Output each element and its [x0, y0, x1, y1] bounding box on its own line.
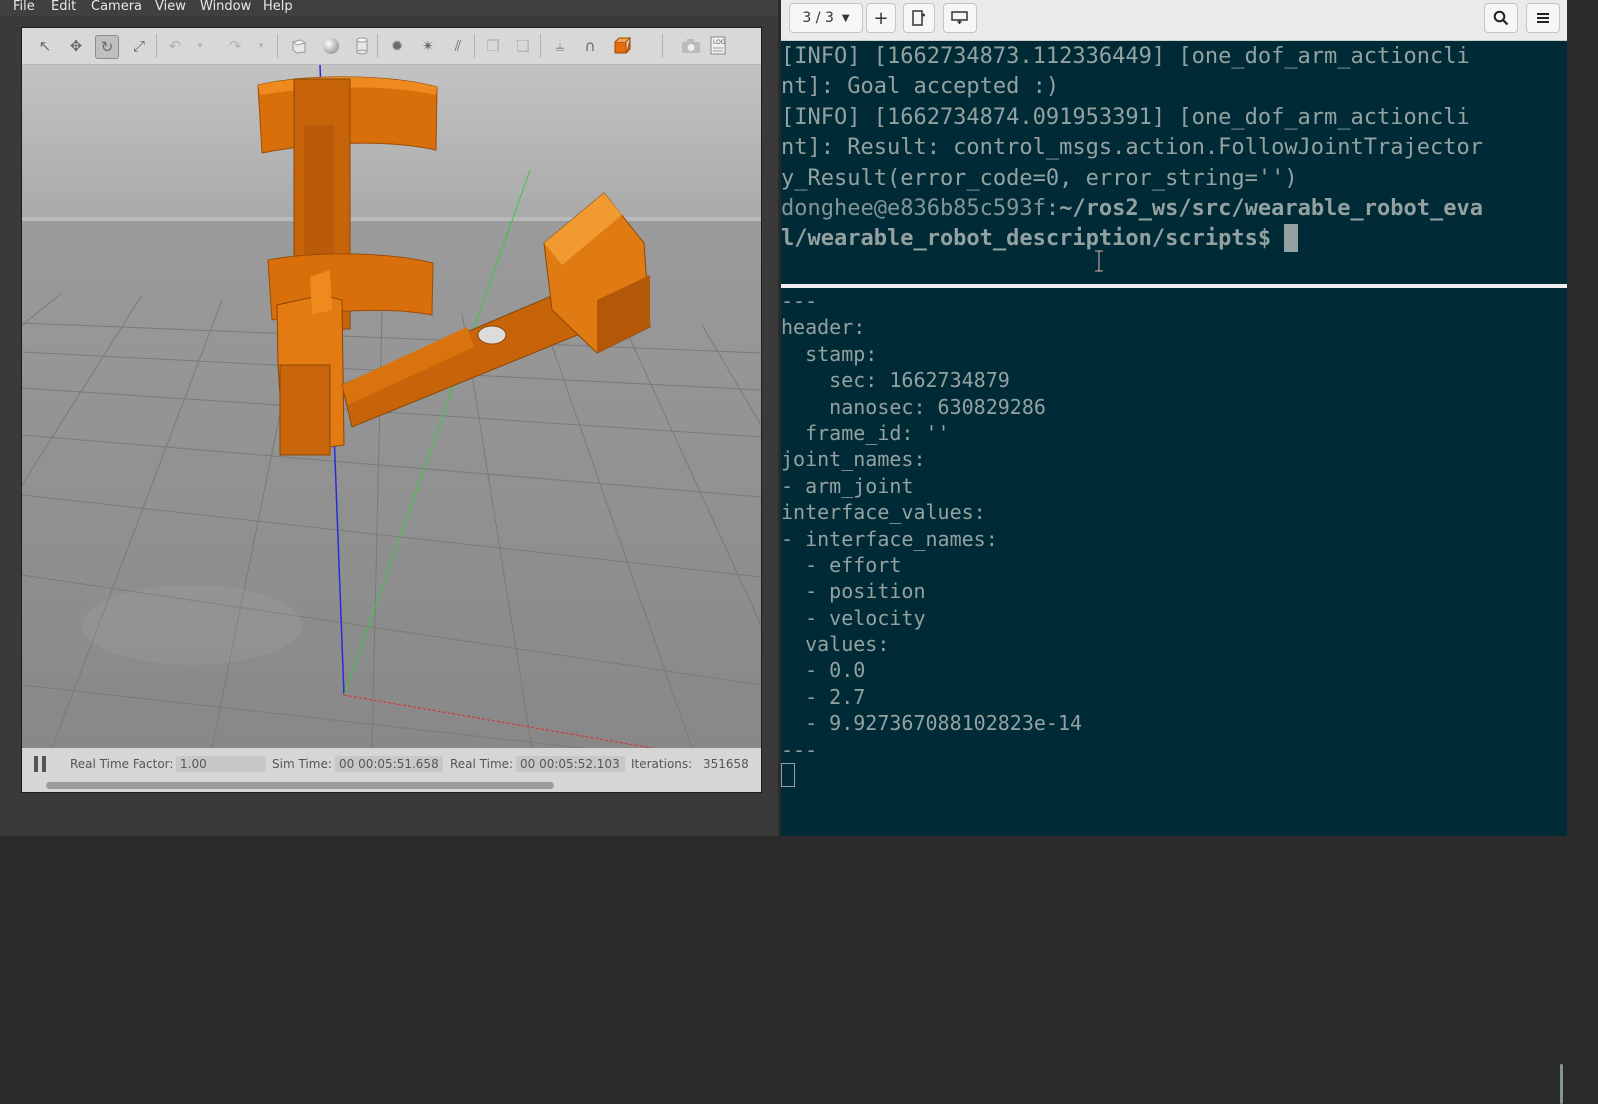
terminal-line: interface_values:	[781, 500, 986, 525]
directional-light-icon[interactable]: ⫽	[447, 35, 469, 57]
real-time-factor-value: 1.00	[176, 756, 266, 772]
terminal-line: frame_id: ''	[781, 420, 950, 445]
plus-icon: +	[873, 7, 889, 29]
terminal-line: nanosec: 630829286	[781, 394, 1046, 419]
ibeam-cursor-icon	[1095, 250, 1103, 272]
search-icon	[1493, 10, 1509, 26]
terminal-line: values:	[781, 632, 890, 657]
real-time-value: 00 00:05:52.103	[516, 756, 625, 772]
menu-view[interactable]: View	[155, 0, 186, 14]
terminal-line: ---	[781, 737, 818, 762]
terminal-line: header:	[781, 315, 866, 340]
prompt-user-host: donghee@e836b85c593f	[781, 195, 1046, 221]
hamburger-menu-icon	[1537, 13, 1549, 23]
gazebo-watermark-logo	[82, 585, 302, 665]
terminal-pane-bottom[interactable]: --- header: stamp: sec: 1662734879 nanos…	[781, 288, 1567, 1104]
split-horizontal-button[interactable]	[943, 3, 977, 33]
prompt-path-part2: l/wearable_robot_description/scripts	[781, 226, 1258, 252]
view-angle-icon[interactable]	[612, 35, 634, 57]
iterations-value: 351658	[703, 757, 749, 771]
real-time-factor-label: Real Time Factor:	[70, 757, 174, 771]
gazebo-window: File Edit Camera View Window Help ↖ ✥ ↻ …	[0, 0, 778, 836]
undo-history-icon[interactable]: ▾	[194, 35, 206, 57]
terminal-line: - interface_names:	[781, 526, 998, 551]
point-light-icon[interactable]: ✹	[386, 35, 408, 57]
terminal-line: ---	[781, 289, 818, 313]
rotate-icon[interactable]: ↻	[95, 35, 119, 59]
terminal-line: - 9.927367088102823e-14	[781, 711, 1083, 736]
sphere-shape-icon[interactable]	[320, 35, 342, 57]
terminal-line: joint_names:	[781, 447, 926, 472]
terminal-line: [INFO] [1662734874.091953391] [one_dof_a…	[781, 104, 1470, 130]
terminal-line: - arm_joint	[781, 473, 914, 498]
split-vertical-button[interactable]	[903, 3, 935, 33]
terminal-line: y_Result(error_code=0, error_string='')	[781, 165, 1298, 191]
cylinder-shape-icon[interactable]	[351, 35, 373, 57]
new-tab-button[interactable]: +	[866, 3, 896, 33]
prompt-path-part1: ~/ros2_ws/src/wearable_robot_eva	[1059, 195, 1483, 221]
paste-icon[interactable]: ❑	[512, 35, 534, 57]
scale-icon[interactable]: ⤢	[128, 35, 150, 57]
spot-light-icon[interactable]: ✴	[417, 35, 439, 57]
translate-icon[interactable]: ✥	[65, 35, 87, 57]
gazebo-render-panel: ↖ ✥ ↻ ⤢ ↶ ▾ ↷ ▾ ✹ ✴ ⫽ ❐ ❑ ⫨ ∩ LOG Real T…	[21, 27, 762, 793]
iterations-label: Iterations:	[631, 757, 693, 771]
redo-icon[interactable]: ↷	[224, 35, 246, 57]
terminal-header-bar: 3 / 3 ▼ +	[781, 0, 1567, 41]
box-shape-icon[interactable]	[288, 35, 310, 57]
terminal-line: nt]: Goal accepted :)	[781, 74, 1060, 100]
snap-magnet-icon[interactable]: ∩	[579, 35, 601, 57]
horizontal-scrollbar[interactable]	[46, 782, 554, 789]
prompt-dollar: $	[1257, 226, 1285, 252]
terminal-line: - 2.7	[781, 684, 866, 709]
shell-prompt-line-2: l/wearable_robot_description/scripts$	[781, 224, 1567, 254]
align-icon[interactable]: ⫨	[549, 35, 571, 57]
undo-icon[interactable]: ↶	[164, 35, 186, 57]
pause-button[interactable]	[34, 756, 48, 772]
menu-help[interactable]: Help	[263, 0, 293, 14]
split-horizontal-icon	[951, 11, 968, 24]
screenshot-camera-icon[interactable]	[680, 35, 702, 57]
terminal-line: stamp:	[781, 341, 878, 366]
sim-time-value: 00 00:05:51.658	[335, 756, 443, 772]
chevron-down-icon: ▼	[841, 12, 850, 24]
split-vertical-icon	[912, 10, 925, 26]
menu-edit[interactable]: Edit	[51, 0, 76, 14]
terminal-line: - position	[781, 579, 926, 604]
scene-render	[22, 65, 761, 748]
terminal-line: - 0.0	[781, 658, 866, 683]
text-cursor-unfocused	[781, 763, 795, 788]
terminal-line: nt]: Result: control_msgs.action.FollowJ…	[781, 135, 1483, 161]
menu-bar: File Edit Camera View Window Help	[0, 0, 778, 16]
terminal-pane-top[interactable]: [INFO] [1662734873.112336449] [one_dof_a…	[781, 42, 1567, 284]
menu-camera[interactable]: Camera	[91, 0, 142, 14]
real-time-label: Real Time:	[450, 757, 514, 771]
hamburger-menu-button[interactable]	[1526, 3, 1560, 33]
terminal-line: - velocity	[781, 605, 926, 630]
simulation-status-bar: Real Time Factor: 1.00 Sim Time: 00 00:0…	[22, 748, 761, 792]
log-record-icon[interactable]: LOG	[710, 35, 732, 57]
terminal-line: sec: 1662734879	[781, 368, 1010, 393]
text-cursor	[1284, 224, 1299, 253]
redo-history-icon[interactable]: ▾	[255, 35, 267, 57]
svg-text:LOG: LOG	[713, 39, 726, 46]
copy-icon[interactable]: ❐	[482, 35, 504, 57]
terminal-line: - effort	[781, 552, 902, 577]
menu-file[interactable]: File	[13, 0, 35, 14]
search-button[interactable]	[1484, 3, 1518, 33]
terminal-line: [INFO] [1662734873.112336449] [one_dof_a…	[781, 44, 1470, 69]
hollow-cursor-line	[781, 763, 1567, 789]
shell-prompt-line: donghee@e836b85c593f:~/ros2_ws/src/weara…	[781, 194, 1567, 224]
sim-time-label: Sim Time:	[272, 757, 332, 771]
select-arrow-icon[interactable]: ↖	[34, 35, 56, 57]
terminal-scrollbar[interactable]	[1560, 1064, 1563, 1104]
tab-switcher-button[interactable]: 3 / 3 ▼	[789, 3, 863, 33]
3d-scene-viewport[interactable]	[22, 65, 761, 748]
gazebo-toolbar: ↖ ✥ ↻ ⤢ ↶ ▾ ↷ ▾ ✹ ✴ ⫽ ❐ ❑ ⫨ ∩ LOG	[22, 28, 761, 65]
prompt-separator: :	[1045, 195, 1060, 221]
terminal-window: 3 / 3 ▼ + [INFO] [1662734873.112336449] …	[781, 0, 1567, 1104]
tab-counter: 3 / 3	[802, 10, 834, 26]
menu-window[interactable]: Window	[200, 0, 251, 14]
